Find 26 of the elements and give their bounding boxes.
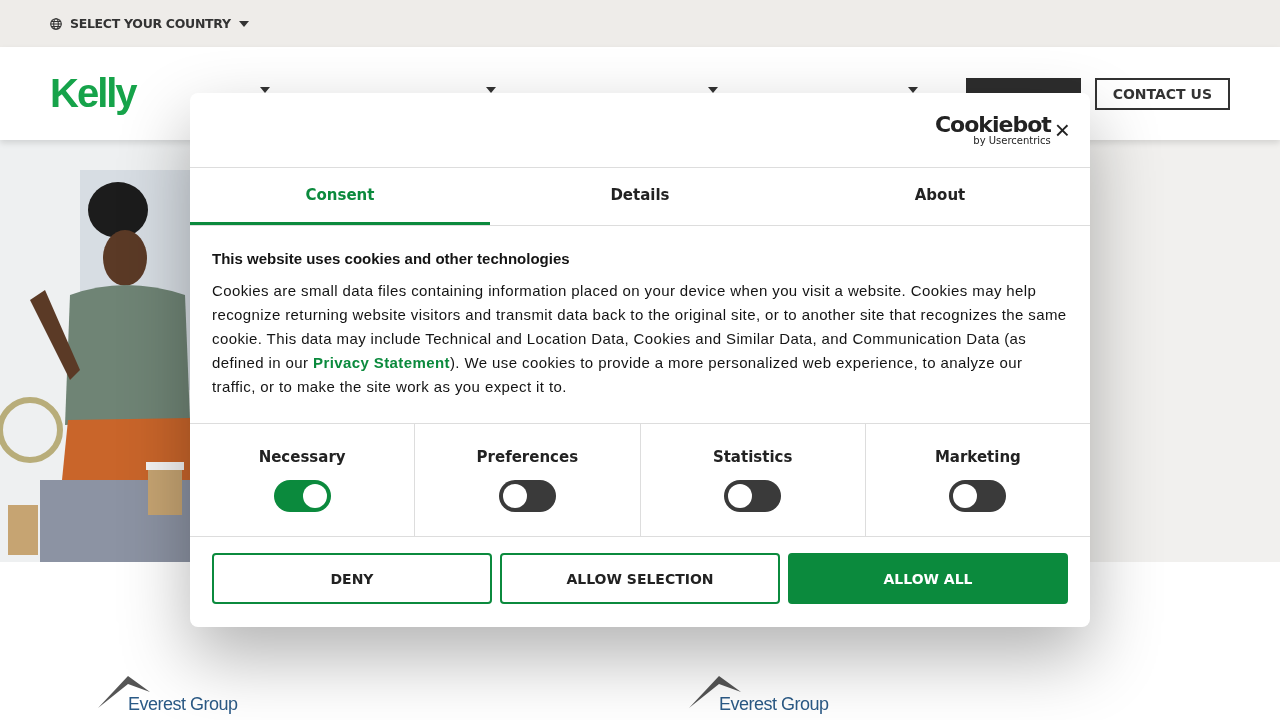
toggle-switch[interactable]: [724, 480, 782, 512]
consent-button[interactable]: ALLOW ALL: [788, 553, 1068, 604]
cookie-description: Cookies are small data files containing information placed on your device when you visit a website. Cookies may help recognize returning website visitors and transmit data back to the original site, or to another site that recognizes the same cookie. This data may include Technical and Location Data, Cookies and Similar Data, and Communication Data (as defined in our Privacy Statement). We use cookies to provide a more personalized web experience, to analyze our traffic, or to make the site work as you expect it to.: [212, 281, 1068, 397]
close-button[interactable]: ×: [1054, 117, 1070, 143]
dialog-title: This website uses cookies and other technologies: [212, 250, 571, 267]
globe-icon: [50, 17, 62, 30]
toggle-switch[interactable]: [273, 480, 331, 512]
brand-subtitle: by Usercentrics: [973, 136, 1051, 146]
caret-icon: [238, 20, 249, 27]
partner-name: Everest Group: [719, 694, 830, 714]
privacy-link[interactable]: Privacy Statement: [313, 354, 450, 371]
consent-button[interactable]: ALLOW SELECTION: [500, 553, 780, 604]
category-label: Marketing: [934, 448, 1021, 466]
category-label: Preferences: [476, 448, 579, 466]
category-label: Necessary: [258, 448, 346, 466]
tab[interactable]: Details: [490, 168, 790, 225]
contact-button[interactable]: CONTACT US: [1094, 77, 1230, 110]
toggle-switch[interactable]: [498, 480, 556, 512]
partner-name: Everest Group: [128, 694, 239, 714]
toggle-switch[interactable]: [949, 480, 1007, 512]
brand-logo: Cookiebot: [934, 114, 1051, 136]
category-label: Statistics: [712, 448, 793, 466]
tab[interactable]: Consent: [190, 168, 490, 225]
consent-button[interactable]: DENY: [212, 553, 492, 604]
country-selector[interactable]: SELECT YOUR COUNTRY: [50, 16, 249, 31]
tab[interactable]: About: [790, 168, 1090, 225]
